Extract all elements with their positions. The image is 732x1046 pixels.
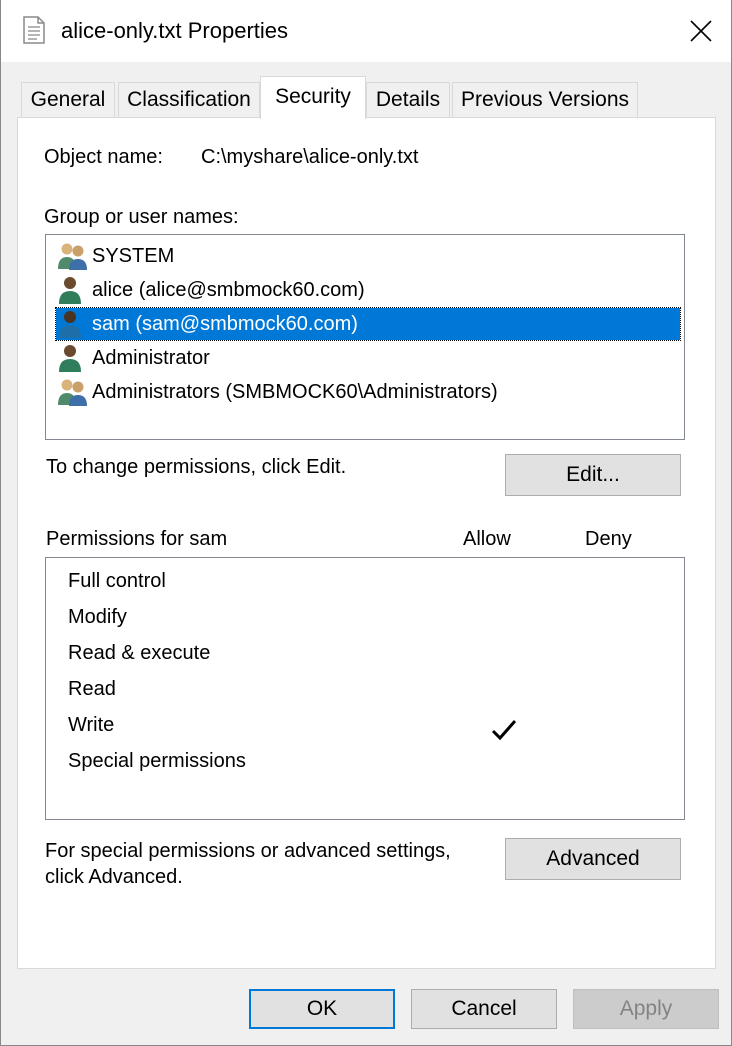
list-item-administrator[interactable]: Administrator	[56, 342, 680, 374]
allow-column-header: Allow	[463, 528, 511, 550]
permission-row: Full control	[68, 570, 668, 606]
permission-row: Read	[68, 678, 668, 714]
list-item-alice[interactable]: alice (alice@smbmock60.com)	[56, 274, 680, 306]
permissions-list: Full control Modify Read & execute Read …	[45, 557, 685, 820]
apply-button[interactable]: Apply	[573, 989, 719, 1029]
list-item-system[interactable]: SYSTEM	[56, 240, 680, 272]
change-permissions-hint: To change permissions, click Edit.	[46, 456, 347, 478]
permission-name: Full control	[68, 570, 166, 592]
user-icon	[59, 311, 81, 338]
list-item-administrators[interactable]: Administrators (SMBMOCK60\Administrators…	[56, 376, 680, 408]
text-file-icon	[23, 16, 45, 44]
deny-column-header: Deny	[585, 528, 632, 550]
advanced-button[interactable]: Advanced	[505, 838, 681, 880]
group-user-names-label: Group or user names:	[44, 206, 239, 228]
permission-row: Write	[68, 714, 668, 750]
permission-row: Special permissions	[68, 750, 668, 786]
user-name: SYSTEM	[92, 244, 175, 267]
group-users-icon	[58, 379, 87, 406]
permission-row: Modify	[68, 606, 668, 642]
tab-details[interactable]: Details	[366, 82, 450, 118]
tab-classification[interactable]: Classification	[118, 82, 260, 118]
ok-button[interactable]: OK	[249, 989, 395, 1029]
window-title: alice-only.txt Properties	[61, 18, 289, 43]
user-name: Administrator	[92, 346, 210, 369]
object-name-value: C:\myshare\alice-only.txt	[201, 146, 419, 168]
permissions-for-label: Permissions for sam	[46, 528, 228, 550]
title-bar[interactable]: alice-only.txt Properties	[1, 0, 731, 62]
permission-name: Read & execute	[68, 642, 211, 664]
permission-name: Modify	[68, 606, 127, 628]
user-name: alice (alice@smbmock60.com)	[92, 278, 365, 301]
group-user-list[interactable]: SYSTEM alice (alice@smbmock60.com) sam (…	[45, 234, 685, 440]
permission-name: Special permissions	[68, 750, 246, 772]
tab-security[interactable]: Security	[260, 76, 366, 119]
permission-name: Read	[68, 678, 116, 700]
permission-row: Read & execute	[68, 642, 668, 678]
user-name: sam (sam@smbmock60.com)	[92, 312, 358, 335]
user-icon	[59, 345, 81, 372]
edit-button[interactable]: Edit...	[505, 454, 681, 496]
tab-previous-versions[interactable]: Previous Versions	[452, 82, 638, 118]
advanced-hint-line1: For special permissions or advanced sett…	[45, 840, 451, 862]
group-users-icon	[58, 243, 87, 270]
close-button[interactable]	[671, 0, 731, 62]
close-icon	[690, 20, 712, 42]
user-name: Administrators (SMBMOCK60\Administrators…	[92, 380, 498, 403]
advanced-hint-line2: click Advanced.	[45, 866, 183, 888]
tab-general[interactable]: General	[21, 82, 115, 118]
object-name-label: Object name:	[44, 146, 163, 168]
permission-name: Write	[68, 714, 115, 736]
checkmark-icon	[491, 720, 517, 741]
properties-dialog: alice-only.txt Properties General Classi…	[0, 0, 732, 1046]
list-item-sam[interactable]: sam (sam@smbmock60.com)	[55, 307, 681, 341]
cancel-button[interactable]: Cancel	[411, 989, 557, 1029]
user-icon	[59, 277, 81, 304]
